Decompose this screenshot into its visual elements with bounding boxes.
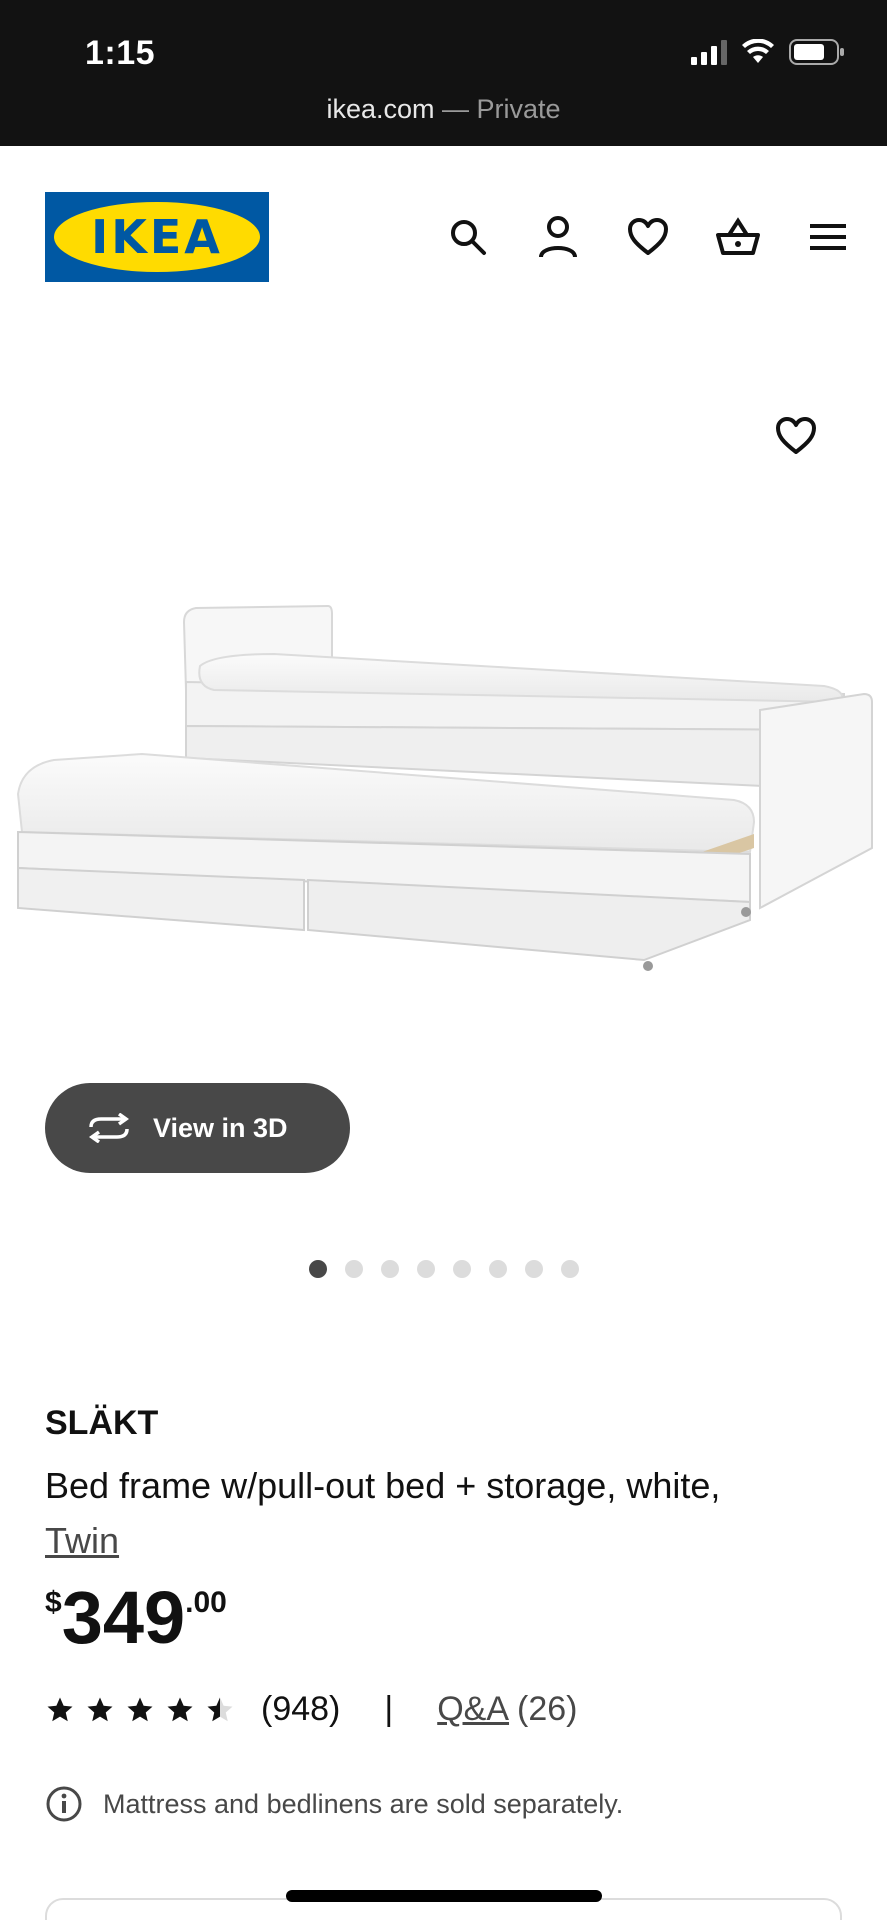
logo-text: IKEA [91, 210, 223, 264]
carousel-dot[interactable] [416, 1260, 435, 1278]
menu-icon[interactable] [805, 214, 851, 260]
header-nav [445, 214, 851, 260]
carousel-dot[interactable] [344, 1260, 363, 1278]
url-domain: ikea.com [326, 94, 435, 124]
product-size-link[interactable]: Twin [45, 1520, 119, 1561]
product-name: SLÄKT [45, 1404, 159, 1442]
search-icon[interactable] [445, 214, 491, 260]
heart-icon[interactable] [625, 214, 671, 260]
logo-oval: IKEA [54, 202, 260, 272]
url-bar[interactable]: ikea.com — Private [0, 94, 887, 125]
product-description: Bed frame w/pull-out bed + storage, whit… [45, 1458, 845, 1568]
star-icon [127, 1697, 153, 1721]
view-in-3d-button[interactable]: View in 3D [45, 1083, 350, 1173]
info-icon [46, 1786, 82, 1822]
clock: 1:15 [85, 34, 156, 72]
basket-icon[interactable] [715, 214, 761, 260]
heart-icon [776, 417, 816, 454]
star-rating[interactable] [45, 1695, 235, 1725]
divider: | [384, 1690, 394, 1728]
carousel-dot[interactable] [560, 1260, 579, 1278]
star-icon [167, 1697, 193, 1721]
system-icons [691, 38, 845, 66]
star-icon [87, 1697, 113, 1721]
review-count[interactable]: (948) [261, 1690, 340, 1729]
signal-icon [691, 40, 727, 65]
site-header: IKEA [0, 146, 887, 326]
qa-link[interactable]: Q&A [437, 1690, 509, 1729]
private-label: — Private [434, 94, 561, 124]
wifi-icon [742, 39, 774, 63]
carousel-dot[interactable] [452, 1260, 471, 1278]
carousel-dot[interactable] [524, 1260, 543, 1278]
product-description-text: Bed frame w/pull-out bed + storage, whit… [45, 1465, 721, 1506]
qa-count: (26) [517, 1690, 578, 1728]
price-cents: .00 [185, 1586, 227, 1619]
carousel-dot[interactable] [308, 1260, 327, 1278]
info-note: Mattress and bedlinens are sold separate… [45, 1785, 623, 1823]
star-icon [47, 1697, 73, 1721]
rotate-3d-icon [88, 1113, 130, 1143]
ikea-logo[interactable]: IKEA [45, 192, 269, 282]
browser-status-bar: 1:15 ikea.com — Private [0, 0, 887, 146]
rating-row: (948) | Q&A (26) [45, 1690, 578, 1729]
battery-icon [789, 39, 844, 65]
product-image[interactable] [14, 590, 887, 1010]
carousel-indicator [0, 1260, 887, 1278]
carousel-dot[interactable] [488, 1260, 507, 1278]
price-whole: 349 [61, 1576, 186, 1659]
view-in-3d-label: View in 3D [153, 1112, 288, 1143]
info-note-text: Mattress and bedlinens are sold separate… [103, 1788, 624, 1819]
carousel-dot[interactable] [380, 1260, 399, 1278]
account-icon[interactable] [535, 214, 581, 260]
save-favourite-button[interactable] [770, 410, 822, 462]
product-price: $ 349 .00 [45, 1578, 227, 1658]
half-star-icon [207, 1697, 233, 1721]
home-indicator [286, 1890, 602, 1902]
price-currency: $ [45, 1586, 62, 1619]
